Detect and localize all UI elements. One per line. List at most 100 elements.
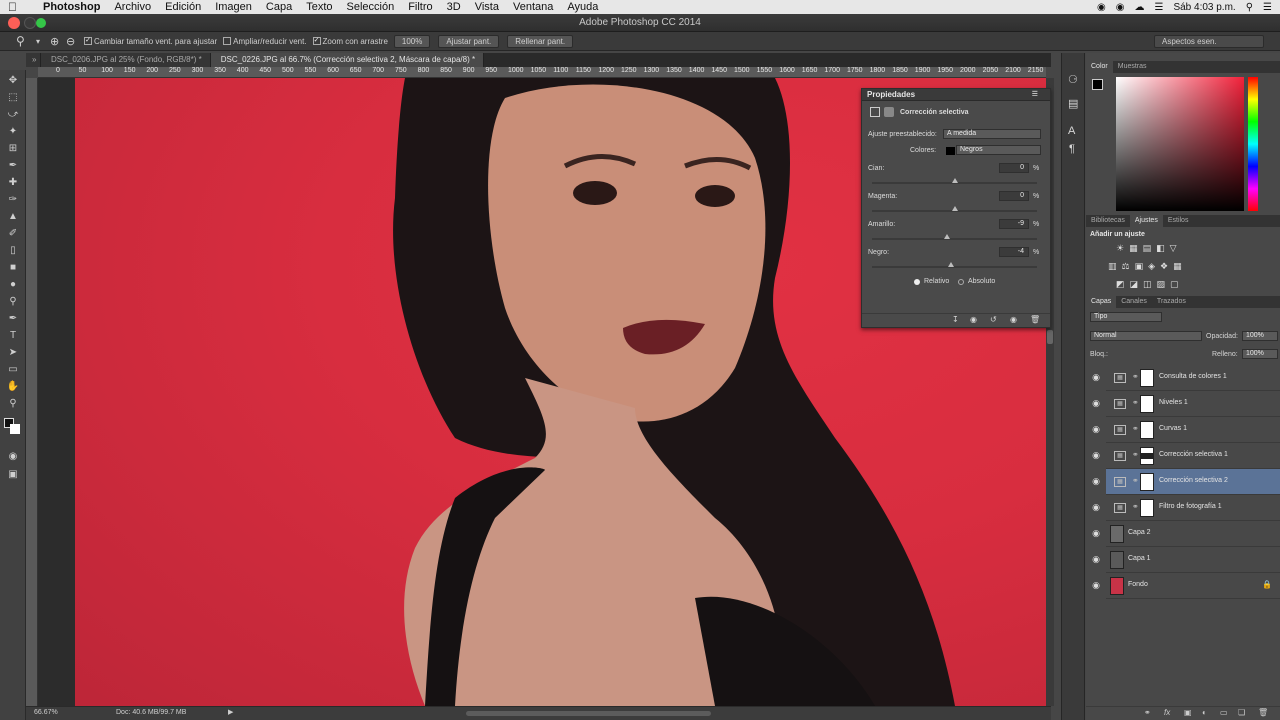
layer-row[interactable]: ◉ ▦ ⚭ Curvas 1 [1092, 417, 1280, 443]
tab-ajustes[interactable]: Ajustes [1129, 215, 1163, 227]
tab-bibliotecas[interactable]: Bibliotecas [1086, 215, 1130, 227]
adjustment-layer-icon[interactable]: ▦ [1114, 503, 1126, 513]
eraser-tool-icon[interactable]: ▯ [5, 244, 21, 258]
add-mask-icon[interactable]: ▣ [1184, 708, 1192, 717]
layer-row[interactable]: ◉ ▦ ⚭ Niveles 1 [1092, 391, 1280, 417]
properties-icon[interactable]: ▤ [1068, 97, 1078, 110]
close-window-button[interactable] [8, 17, 20, 29]
background-color-swatch[interactable] [10, 424, 20, 434]
chevron-down-icon[interactable]: ▾ [36, 37, 50, 46]
link-layers-icon[interactable]: ⚭ [1144, 708, 1151, 717]
record-icon[interactable]: ◉ [1097, 2, 1106, 13]
tab-capas[interactable]: Capas [1086, 296, 1117, 308]
clock[interactable]: Sáb 4:03 p.m. [1173, 2, 1235, 13]
layer-row[interactable]: ◉ Capa 1 [1092, 547, 1280, 573]
delete-layer-icon[interactable]: 🗑 [1258, 708, 1268, 717]
menu-filtro[interactable]: Filtro [408, 1, 432, 13]
clip-to-layer-icon[interactable]: ↧ [952, 315, 959, 324]
color-picker-field[interactable] [1116, 77, 1244, 211]
quick-mask-icon[interactable]: ◉ [5, 450, 21, 464]
zoom-100-button[interactable]: 100% [393, 34, 431, 48]
fit-screen-button[interactable]: Ajustar pant. [438, 34, 500, 48]
new-group-icon[interactable]: ▭ [1220, 708, 1228, 717]
reset-icon[interactable]: ↺ [990, 315, 997, 324]
adjustment-layer-icon[interactable]: ▦ [1114, 425, 1126, 435]
vertical-ruler[interactable] [26, 78, 38, 706]
slider-value-field[interactable]: -9 [999, 219, 1029, 229]
search-icon[interactable]: ⚲ [1246, 2, 1253, 13]
slider-value-field[interactable]: 0 [999, 163, 1029, 173]
tab-estilos[interactable]: Estilos [1163, 215, 1194, 227]
delete-icon[interactable]: 🗑 [1030, 315, 1040, 324]
chain-link-icon[interactable]: ⚭ [1132, 502, 1139, 511]
layer-thumbnail[interactable] [1110, 577, 1124, 595]
chain-link-icon[interactable]: ⚭ [1132, 424, 1139, 433]
menu-archivo[interactable]: Archivo [114, 1, 151, 13]
layer-row[interactable]: ◉ ▦ ⚭ Corrección selectiva 2 [1092, 469, 1280, 495]
chain-link-icon[interactable]: ⚭ [1132, 372, 1139, 381]
tabs-collapse-icon[interactable]: » [26, 53, 41, 67]
slider-thumb[interactable] [951, 178, 958, 183]
adjustment-icons-row2[interactable]: ▥⚖▣◈❖▦ [1108, 261, 1187, 272]
character-icon[interactable]: A [1068, 125, 1075, 137]
blur-tool-icon[interactable]: ● [5, 278, 21, 292]
cloud-icon[interactable]: ☁ [1134, 2, 1144, 13]
brush-tool-icon[interactable]: ✑ [5, 193, 21, 207]
clone-stamp-tool-icon[interactable]: ▲ [5, 210, 21, 224]
tab-dsc-0206[interactable]: DSC_0206.JPG al 25% (Fondo, RGB/8*) * [41, 53, 211, 67]
opacity-field[interactable]: 100% [1242, 331, 1278, 341]
eye-icon[interactable]: ◉ [1090, 580, 1102, 591]
fx-icon[interactable]: fx [1164, 708, 1170, 717]
radio-absolute[interactable] [958, 279, 964, 285]
menu-ayuda[interactable]: Ayuda [567, 1, 598, 13]
slider-value-field[interactable]: -4 [999, 247, 1029, 257]
tab-dsc-0226[interactable]: DSC_0226.JPG al 66.7% (Corrección select… [210, 53, 485, 67]
eye-icon[interactable]: ◉ [1090, 398, 1102, 409]
menu-ventana[interactable]: Ventana [513, 1, 553, 13]
slider-thumb[interactable] [951, 206, 958, 211]
dodge-tool-icon[interactable]: ⚲ [5, 295, 21, 309]
tab-trazados[interactable]: Trazados [1152, 296, 1191, 308]
type-tool-icon[interactable]: T [5, 329, 21, 343]
chain-link-icon[interactable]: ⚭ [1132, 450, 1139, 459]
history-brush-tool-icon[interactable]: ✐ [5, 227, 21, 241]
adjustment-icons-row3[interactable]: ◩◪◫▨▢ [1116, 279, 1184, 290]
eye-icon[interactable]: ◉ [1090, 450, 1102, 461]
zoom-tool-icon[interactable]: ⚲ [16, 34, 36, 48]
resize-windows-checkbox[interactable]: ✓ [84, 37, 92, 45]
adjustment-layer-icon[interactable]: ▦ [1114, 477, 1126, 487]
menu-imagen[interactable]: Imagen [215, 1, 252, 13]
panel-menu-icon[interactable]: ☰ [1032, 89, 1038, 101]
tab-color[interactable]: Color [1086, 61, 1113, 73]
minimize-window-button[interactable] [24, 17, 36, 29]
layer-row[interactable]: ◉ ▦ ⚭ Corrección selectiva 1 [1092, 443, 1280, 469]
menu-texto[interactable]: Texto [306, 1, 332, 13]
adjustment-layer-icon[interactable]: ▦ [1114, 451, 1126, 461]
apple-icon[interactable]:  [8, 0, 17, 14]
menu-vista[interactable]: Vista [475, 1, 499, 13]
slider-value-field[interactable]: 0 [999, 191, 1029, 201]
layer-mask-thumbnail[interactable] [1140, 499, 1154, 517]
new-layer-icon[interactable]: ❏ [1238, 708, 1245, 717]
eye-icon[interactable]: ◉ [1090, 424, 1102, 435]
pen-tool-icon[interactable]: ✒ [5, 312, 21, 326]
eye-status-icon[interactable]: ◉ [1116, 2, 1125, 13]
layer-mask-thumbnail[interactable] [1140, 447, 1154, 465]
wifi-icon[interactable]: ☰ [1154, 2, 1163, 13]
zoom-tool-icon[interactable]: ⚲ [5, 397, 21, 411]
menu-seleccion[interactable]: Selección [347, 1, 395, 13]
view-previous-icon[interactable]: ◉ [970, 315, 977, 324]
layer-row[interactable]: ◉ Capa 2 [1092, 521, 1280, 547]
menu-app[interactable]: Photoshop [43, 1, 100, 13]
eye-icon[interactable]: ◉ [1090, 372, 1102, 383]
scrubby-zoom-checkbox[interactable]: ✓ [312, 37, 321, 45]
screen-mode-icon[interactable]: ▣ [5, 468, 21, 482]
hand-tool-icon[interactable]: ✋ [5, 380, 21, 394]
eye-icon[interactable]: ◉ [1090, 502, 1102, 513]
radio-relative[interactable] [914, 279, 920, 285]
history-icon[interactable]: ⚆ [1068, 73, 1078, 86]
eyedropper-tool-icon[interactable]: ✒ [5, 159, 21, 173]
slider-track[interactable] [872, 266, 1037, 268]
lock-icon[interactable]: 🔒 [1262, 580, 1272, 589]
zoom-window-button[interactable] [36, 18, 46, 28]
